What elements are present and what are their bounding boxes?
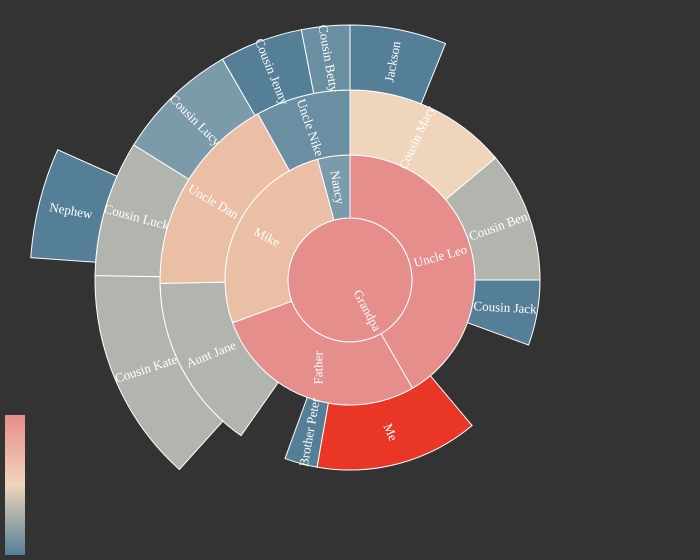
- label-father: Father: [311, 351, 326, 385]
- visual-map-legend[interactable]: [5, 415, 25, 555]
- sunburst-svg: GrandpaUncle LeoFatherMikeNancyCousin Ma…: [5, 24, 541, 555]
- visual-map-bar[interactable]: [5, 415, 25, 555]
- segment-grandpa[interactable]: [287, 217, 413, 343]
- sunburst-chart: Grandpa Uncle Leo Father Mike Nancy Cousin Ma…: [0, 0, 700, 560]
